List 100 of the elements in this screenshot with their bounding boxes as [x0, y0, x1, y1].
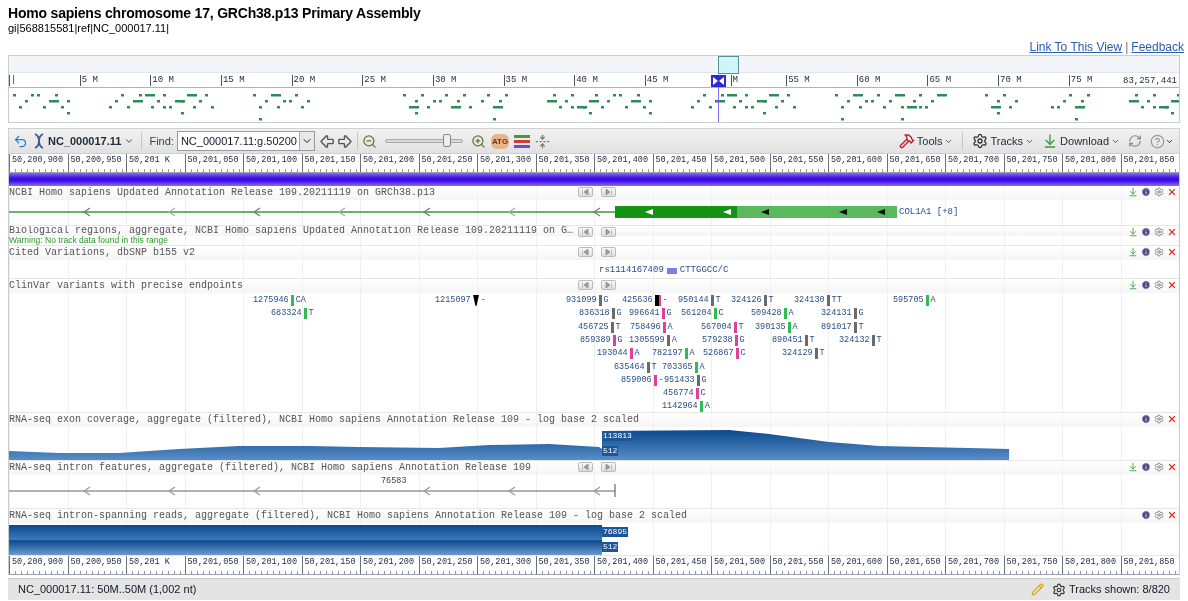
- track-download-button[interactable]: [1128, 187, 1138, 197]
- variant-marker[interactable]: [804, 334, 808, 346]
- track-close-button[interactable]: [1167, 187, 1177, 197]
- variant-marker[interactable]: [763, 295, 767, 306]
- track-close-button[interactable]: [1167, 414, 1177, 424]
- variant-marker[interactable]: [713, 308, 717, 320]
- scroll-right-button[interactable]: [601, 462, 616, 472]
- track-settings-button[interactable]: [1154, 280, 1164, 290]
- variant-marker[interactable]: [925, 295, 929, 306]
- variant-id[interactable]: 324126: [731, 295, 762, 306]
- variant-id[interactable]: 193044: [597, 348, 628, 360]
- find-field[interactable]: NC_000017.11:g.50200: [176, 131, 315, 151]
- variant-marker[interactable]: [695, 388, 699, 400]
- previous-button[interactable]: [318, 132, 336, 150]
- tracks-shown[interactable]: Tracks shown: 8/820: [1068, 581, 1170, 598]
- track-close-button[interactable]: [1167, 510, 1177, 520]
- snp-id[interactable]: rs1114167409: [599, 264, 664, 278]
- variant-id[interactable]: 836318: [579, 308, 610, 320]
- track-settings-button[interactable]: [1154, 247, 1164, 257]
- toolbar-menu[interactable]: Tracks: [969, 132, 1038, 150]
- variant-marker[interactable]: [684, 348, 688, 360]
- scroll-right-button[interactable]: [601, 187, 616, 197]
- variant-marker[interactable]: [290, 295, 294, 306]
- zoom-in-button[interactable]: [470, 133, 486, 149]
- header-link[interactable]: Link To This View: [1029, 37, 1123, 56]
- variant-marker[interactable]: [814, 348, 818, 360]
- variant-marker[interactable]: [710, 295, 714, 306]
- variant-id[interactable]: 324131: [821, 308, 852, 320]
- tracks-color-button[interactable]: [514, 134, 531, 148]
- sequence-menu[interactable]: NC_000017.11: [30, 132, 138, 150]
- variant-marker[interactable]: [303, 308, 307, 320]
- position-marker[interactable]: [711, 75, 726, 87]
- variant-marker[interactable]: [662, 321, 666, 333]
- variant-marker[interactable]: [783, 308, 787, 320]
- chromosome-overview[interactable]: | 5 M 10 M 15 M 20 M 25 M 30 M 35 M 40 M 45 M M 55 M 60 M 65 M 70 M 75 M 83,257,441: [8, 55, 1180, 123]
- header-link[interactable]: Feedback: [1131, 37, 1184, 56]
- next-button[interactable]: [335, 132, 353, 150]
- scroll-left-button[interactable]: [578, 247, 593, 257]
- track-settings-button[interactable]: [1154, 510, 1164, 520]
- intron-line-drawing[interactable]: [9, 483, 617, 497]
- variant-id[interactable]: 509428: [751, 308, 782, 320]
- variant-id[interactable]: 950144: [678, 295, 709, 306]
- variant-id[interactable]: 1305599: [629, 334, 665, 346]
- scroll-left-button[interactable]: [578, 462, 593, 472]
- zoom-out-button[interactable]: [361, 133, 377, 149]
- scroll-right-button[interactable]: [601, 227, 616, 237]
- toolbar-menu[interactable]: Download: [1039, 132, 1123, 150]
- variant-id[interactable]: 890451: [772, 334, 803, 346]
- variant-id[interactable]: 456774: [663, 388, 694, 400]
- toolbar-menu[interactable]: Tools: [895, 132, 957, 150]
- variant-id[interactable]: 758496: [630, 321, 661, 333]
- track-download-button[interactable]: [1128, 247, 1138, 257]
- variant-id[interactable]: 456725: [578, 321, 609, 333]
- variant-id[interactable]: 1275946: [253, 295, 289, 306]
- track-settings-button[interactable]: [1154, 187, 1164, 197]
- zoom-slider-thumb[interactable]: [442, 134, 451, 147]
- variant-id[interactable]: 782197: [652, 348, 683, 360]
- track-close-button[interactable]: [1167, 280, 1177, 290]
- variant-marker[interactable]: [853, 321, 857, 333]
- variant-marker[interactable]: [611, 308, 615, 320]
- variant-id[interactable]: 324129: [782, 348, 813, 360]
- variant-marker[interactable]: [735, 348, 739, 360]
- variant-id[interactable]: 425636: [622, 295, 653, 306]
- variant-id[interactable]: 324130: [794, 295, 825, 306]
- track-settings-button[interactable]: [1154, 462, 1164, 472]
- track-info-button[interactable]: [1141, 414, 1151, 424]
- variant-marker[interactable]: [696, 374, 700, 386]
- variant-id[interactable]: 579238: [702, 334, 733, 346]
- scroll-right-button[interactable]: [601, 280, 616, 290]
- variant-marker[interactable]: [734, 334, 738, 346]
- variant-triangle-icon[interactable]: [472, 295, 479, 306]
- variant-marker[interactable]: [610, 321, 614, 333]
- variant-id[interactable]: 526867: [703, 348, 734, 360]
- variant-block[interactable]: [654, 295, 661, 306]
- variant-marker[interactable]: [598, 295, 602, 306]
- variant-id[interactable]: 703365: [662, 361, 693, 373]
- gene-model-drawing[interactable]: [9, 206, 897, 218]
- variant-marker[interactable]: [653, 374, 657, 386]
- track-close-button[interactable]: [1167, 462, 1177, 472]
- snp-marker[interactable]: [666, 267, 677, 274]
- variant-id[interactable]: 635464: [614, 361, 645, 373]
- track-info-button[interactable]: [1141, 187, 1151, 197]
- variant-id[interactable]: 859006: [621, 374, 652, 386]
- variant-id[interactable]: 931099: [566, 295, 597, 306]
- variant-id[interactable]: 595705: [893, 295, 924, 306]
- variant-id[interactable]: 390135: [755, 321, 786, 333]
- variant-id[interactable]: 1215097: [435, 295, 471, 306]
- track-close-button[interactable]: [1167, 247, 1177, 257]
- track-info-button[interactable]: [1141, 510, 1151, 520]
- variant-marker[interactable]: [853, 308, 857, 320]
- gene-label[interactable]: COL1A1 [+8]: [899, 206, 959, 218]
- variant-id[interactable]: 561204: [681, 308, 712, 320]
- scroll-left-button[interactable]: [578, 227, 593, 237]
- variant-marker[interactable]: [629, 348, 633, 360]
- track-download-button[interactable]: [1128, 280, 1138, 290]
- scroll-left-button[interactable]: [578, 280, 593, 290]
- variant-marker[interactable]: [733, 321, 737, 333]
- variant-id[interactable]: 951433: [664, 374, 695, 386]
- variant-id[interactable]: 567004: [701, 321, 732, 333]
- variant-id[interactable]: 324132: [839, 334, 870, 346]
